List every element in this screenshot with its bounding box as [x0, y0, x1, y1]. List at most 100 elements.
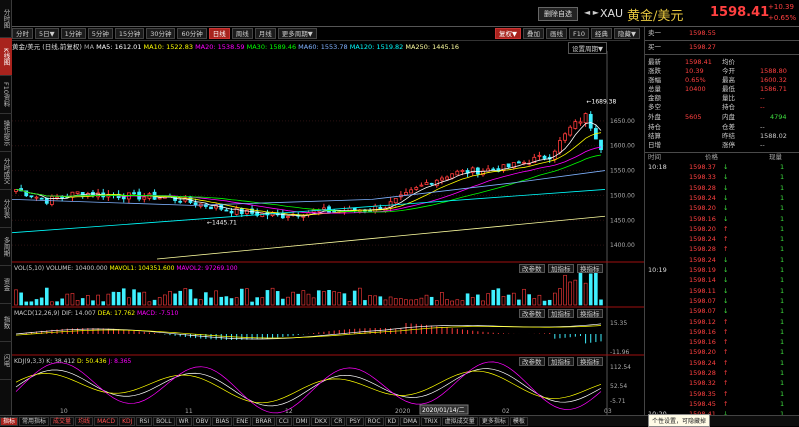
quote-label: 涨停: [722, 141, 735, 149]
indicator-tab-18[interactable]: ROC: [364, 416, 384, 426]
candle: [157, 197, 162, 200]
indicator-tab-1[interactable]: 常用指标: [19, 416, 50, 426]
delete-favorite-button[interactable]: 删除自选: [538, 7, 578, 21]
quote-value: 10.39: [685, 67, 704, 75]
volume-bar: [537, 294, 542, 306]
indicator-tab-16[interactable]: CR: [331, 416, 346, 426]
indicator-tab-23[interactable]: 更多指标: [478, 416, 509, 426]
volume-bar: [24, 301, 29, 306]
left-tab-0[interactable]: 分时图: [0, 0, 12, 38]
chart-tool-button-0[interactable]: 复权▼: [495, 28, 521, 39]
candle: [373, 205, 378, 213]
panel-button[interactable]: 换指标: [577, 309, 603, 318]
volume-bar: [332, 291, 336, 306]
volume-bar: [152, 299, 157, 306]
volume-bar: [209, 297, 213, 306]
left-tab-3[interactable]: 操作提示: [0, 114, 12, 152]
volume-bar: [553, 292, 557, 306]
panel-button[interactable]: 换指标: [577, 357, 603, 366]
indicator-tab-19[interactable]: KD: [384, 416, 400, 426]
quote-value: 1586.71: [760, 85, 787, 93]
period-button-0[interactable]: 分时: [12, 28, 33, 39]
ma10-value: MA10: 1522.83: [143, 43, 193, 51]
indicator-tab-21[interactable]: TRIX: [421, 416, 441, 426]
indicator-tab-11[interactable]: ENE: [233, 416, 252, 426]
indicator-tab-15[interactable]: DKX: [311, 416, 331, 426]
panel-button[interactable]: 加指标: [548, 264, 574, 273]
trade-price: 1598.33: [689, 173, 716, 182]
indicator-tab-12[interactable]: BRAR: [252, 416, 275, 426]
indicator-tab-13[interactable]: CCI: [275, 416, 292, 426]
indicator-tab-22[interactable]: 虚拟成交量: [441, 416, 478, 426]
indicator-tab-8[interactable]: WR: [175, 416, 192, 426]
volume-bar: [80, 298, 85, 306]
left-tab-6[interactable]: 多周期: [0, 228, 12, 266]
trade-price: 1598.11: [689, 286, 716, 295]
chart-tool-button-1[interactable]: 叠加: [523, 28, 544, 39]
left-tab-9[interactable]: 闪电: [0, 342, 12, 380]
next-icon[interactable]: ►: [593, 8, 599, 17]
indicator-tab-17[interactable]: PSY: [346, 416, 364, 426]
quote-label: 结算: [648, 132, 661, 140]
chart-tool-button-2[interactable]: 画线: [546, 28, 567, 39]
panel-button[interactable]: 换指标: [577, 264, 603, 273]
period-button-1[interactable]: 5日▼: [35, 28, 59, 39]
panel-button[interactable]: 改参数: [519, 264, 545, 273]
indicator-tab-3[interactable]: 均线: [75, 416, 94, 426]
indicator-tab-9[interactable]: OBV: [192, 416, 212, 426]
trade-price: 1598.14: [689, 276, 716, 285]
period-button-6[interactable]: 60分钟: [177, 28, 207, 39]
indicator-tab-20[interactable]: DMA: [400, 416, 421, 426]
indicator-tab-24[interactable]: 模板: [509, 416, 528, 426]
volume-bar: [34, 299, 39, 306]
indicator-tab-14[interactable]: DMI: [292, 416, 311, 426]
period-button-7[interactable]: 日线: [208, 28, 230, 39]
indicator-tab-10[interactable]: BIAS: [212, 416, 233, 426]
volume-bar: [399, 298, 403, 306]
indicator-tab-4[interactable]: MACD: [94, 416, 119, 426]
quote-row: 日增 涨停 --: [645, 141, 799, 150]
period-button-10[interactable]: 更多周期▼: [277, 28, 317, 39]
chart-tool-button-3[interactable]: F10: [569, 28, 590, 39]
trade-direction: ↓: [723, 296, 729, 305]
left-tab-2[interactable]: F10资料: [0, 76, 12, 114]
volume-bar: [383, 299, 388, 306]
panel-button[interactable]: 加指标: [548, 357, 574, 366]
indicator-tab-6[interactable]: RSI: [136, 416, 153, 426]
trade-direction: ↑: [723, 358, 729, 367]
left-tab-1[interactable]: K线图: [0, 38, 12, 76]
volume-bar: [393, 298, 398, 306]
panel-button[interactable]: 加指标: [548, 309, 574, 318]
candle: [39, 197, 44, 200]
crosshair-date: 2020/01/14/二: [422, 407, 465, 414]
volume-bar: [460, 300, 465, 306]
panel-button[interactable]: 改参数: [519, 309, 545, 318]
left-tab-4[interactable]: 分时成交: [0, 152, 12, 190]
chart-tool-button-4[interactable]: 经典: [591, 28, 613, 39]
prev-icon[interactable]: ◄: [584, 8, 590, 17]
panel-button[interactable]: 改参数: [519, 357, 545, 366]
period-button-3[interactable]: 5分钟: [87, 28, 113, 39]
indicator-tab-0[interactable]: 指标: [0, 416, 19, 426]
period-button-5[interactable]: 30分钟: [146, 28, 176, 39]
period-button-2[interactable]: 1分钟: [60, 28, 86, 39]
left-tab-8[interactable]: 指数: [0, 304, 12, 342]
vol-legend: VOLUME: 10400.000: [46, 265, 108, 272]
period-button-9[interactable]: 月线: [254, 28, 276, 39]
candle: [424, 182, 429, 185]
chart-tool-button-5[interactable]: 隐藏▼: [614, 28, 641, 39]
period-button-8[interactable]: 周线: [231, 28, 253, 39]
quote-label: 多空: [648, 103, 661, 111]
left-tab-7[interactable]: 资金: [0, 266, 12, 304]
indicator-tab-2[interactable]: 成交量: [50, 416, 75, 426]
candle: [29, 195, 34, 198]
indicator-tab-7[interactable]: BOLL: [153, 416, 175, 426]
period-button-4[interactable]: 15分钟: [114, 28, 145, 39]
volume-bar: [296, 293, 301, 306]
nav-arrows[interactable]: ◄ ►: [584, 8, 599, 17]
candle: [542, 155, 547, 159]
trade-row: 1598.32 ↑ 1: [645, 379, 799, 388]
left-tab-5[interactable]: 分价表: [0, 190, 12, 228]
indicator-tab-5[interactable]: KDJ: [119, 416, 136, 426]
symbol-code: XAU: [600, 7, 624, 20]
